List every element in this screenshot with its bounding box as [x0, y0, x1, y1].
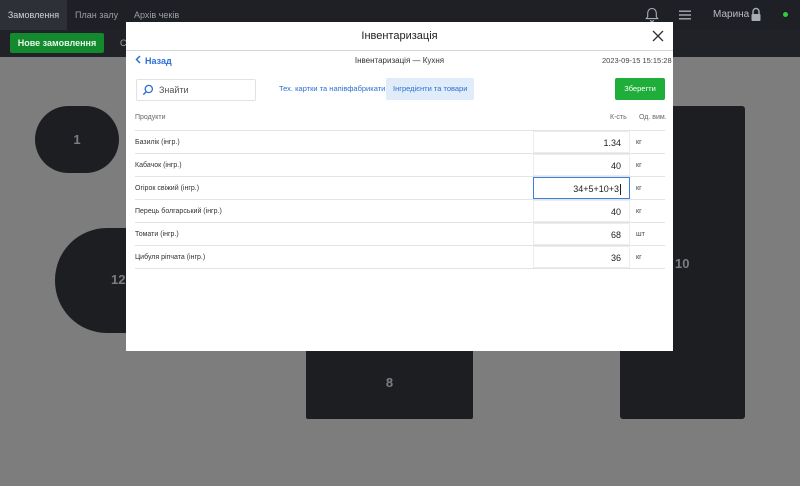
- table-number: 10: [675, 256, 690, 271]
- quantity-input[interactable]: 36: [533, 246, 630, 268]
- column-header-unit: Од. вим.: [639, 114, 667, 121]
- text-caret: [620, 184, 621, 196]
- search-input[interactable]: Знайти: [136, 79, 256, 101]
- save-button[interactable]: Зберегти: [615, 78, 665, 100]
- unit-label: шт: [636, 231, 645, 238]
- table-number: 12: [111, 272, 126, 287]
- table-row: Базилік (інгр.) 1.34 кг: [135, 130, 665, 154]
- inventory-datetime: 2023-09-15 15:15:28: [602, 56, 672, 65]
- search-placeholder: Знайти: [159, 85, 189, 95]
- lock-icon[interactable]: [750, 7, 762, 22]
- tab-orders[interactable]: Замовлення: [0, 0, 67, 30]
- table-row: Томати (інгр.) 68 шт: [135, 222, 665, 246]
- quantity-input[interactable]: 1.34: [533, 131, 630, 153]
- filter-ingredients[interactable]: Інгредієнти та товари: [386, 78, 475, 100]
- product-name: Кабачок (інгр.): [135, 162, 182, 169]
- table-row: Перець болгарський (інгр.) 40 кг: [135, 199, 665, 223]
- new-order-button[interactable]: Нове замовлення: [10, 33, 104, 53]
- product-name: Цибуля ріпчата (інгр.): [135, 254, 206, 261]
- inventory-subtitle: Інвентаризація — Кухня: [354, 56, 445, 65]
- inventory-modal: Інвентаризація Назад Інвентаризація — Ку…: [126, 22, 673, 351]
- user-name[interactable]: Марина: [713, 0, 749, 30]
- floor-table-8[interactable]: 8: [306, 345, 473, 419]
- table-row: Цибуля ріпчата (інгр.) 36 кг: [135, 245, 665, 269]
- product-name: Огірок свіжий (інгр.): [135, 185, 200, 192]
- table-number: 8: [385, 374, 394, 390]
- table-number: 1: [73, 132, 81, 147]
- unit-label: кг: [636, 139, 642, 146]
- product-name: Томати (інгр.): [135, 231, 179, 238]
- quantity-input-active[interactable]: 34+5+10+3: [533, 177, 630, 199]
- column-header-qty: К-сть: [610, 114, 627, 121]
- online-status-dot: [783, 12, 788, 17]
- close-icon[interactable]: [651, 29, 665, 43]
- unit-label: кг: [636, 185, 642, 192]
- product-name: Базилік (інгр.): [135, 139, 180, 146]
- unit-label: кг: [636, 162, 642, 169]
- quantity-input[interactable]: 40: [533, 154, 630, 176]
- filter-tech-cards[interactable]: Тех. картки та напівфабрикати: [272, 78, 392, 100]
- floor-table-1[interactable]: 1: [35, 106, 119, 173]
- quantity-input[interactable]: 40: [533, 200, 630, 222]
- modal-header: Інвентаризація: [126, 22, 673, 51]
- quantity-input[interactable]: 68: [533, 223, 630, 245]
- unit-label: кг: [636, 254, 642, 261]
- tab-floor-plan[interactable]: План залу: [75, 0, 118, 30]
- search-icon: [142, 84, 154, 96]
- menu-icon[interactable]: [678, 9, 692, 21]
- table-bottom-divider: [135, 268, 665, 269]
- modal-title: Інвентаризація: [361, 30, 438, 42]
- unit-label: кг: [636, 208, 642, 215]
- product-name: Перець болгарський (інгр.): [135, 208, 222, 215]
- quantity-value: 34+5+10+3: [573, 184, 619, 194]
- column-header-product: Продукти: [135, 114, 166, 121]
- table-row: Огірок свіжий (інгр.) 34+5+10+3 кг: [135, 176, 665, 200]
- table-row: Кабачок (інгр.) 40 кг: [135, 153, 665, 177]
- bell-icon[interactable]: [645, 7, 659, 23]
